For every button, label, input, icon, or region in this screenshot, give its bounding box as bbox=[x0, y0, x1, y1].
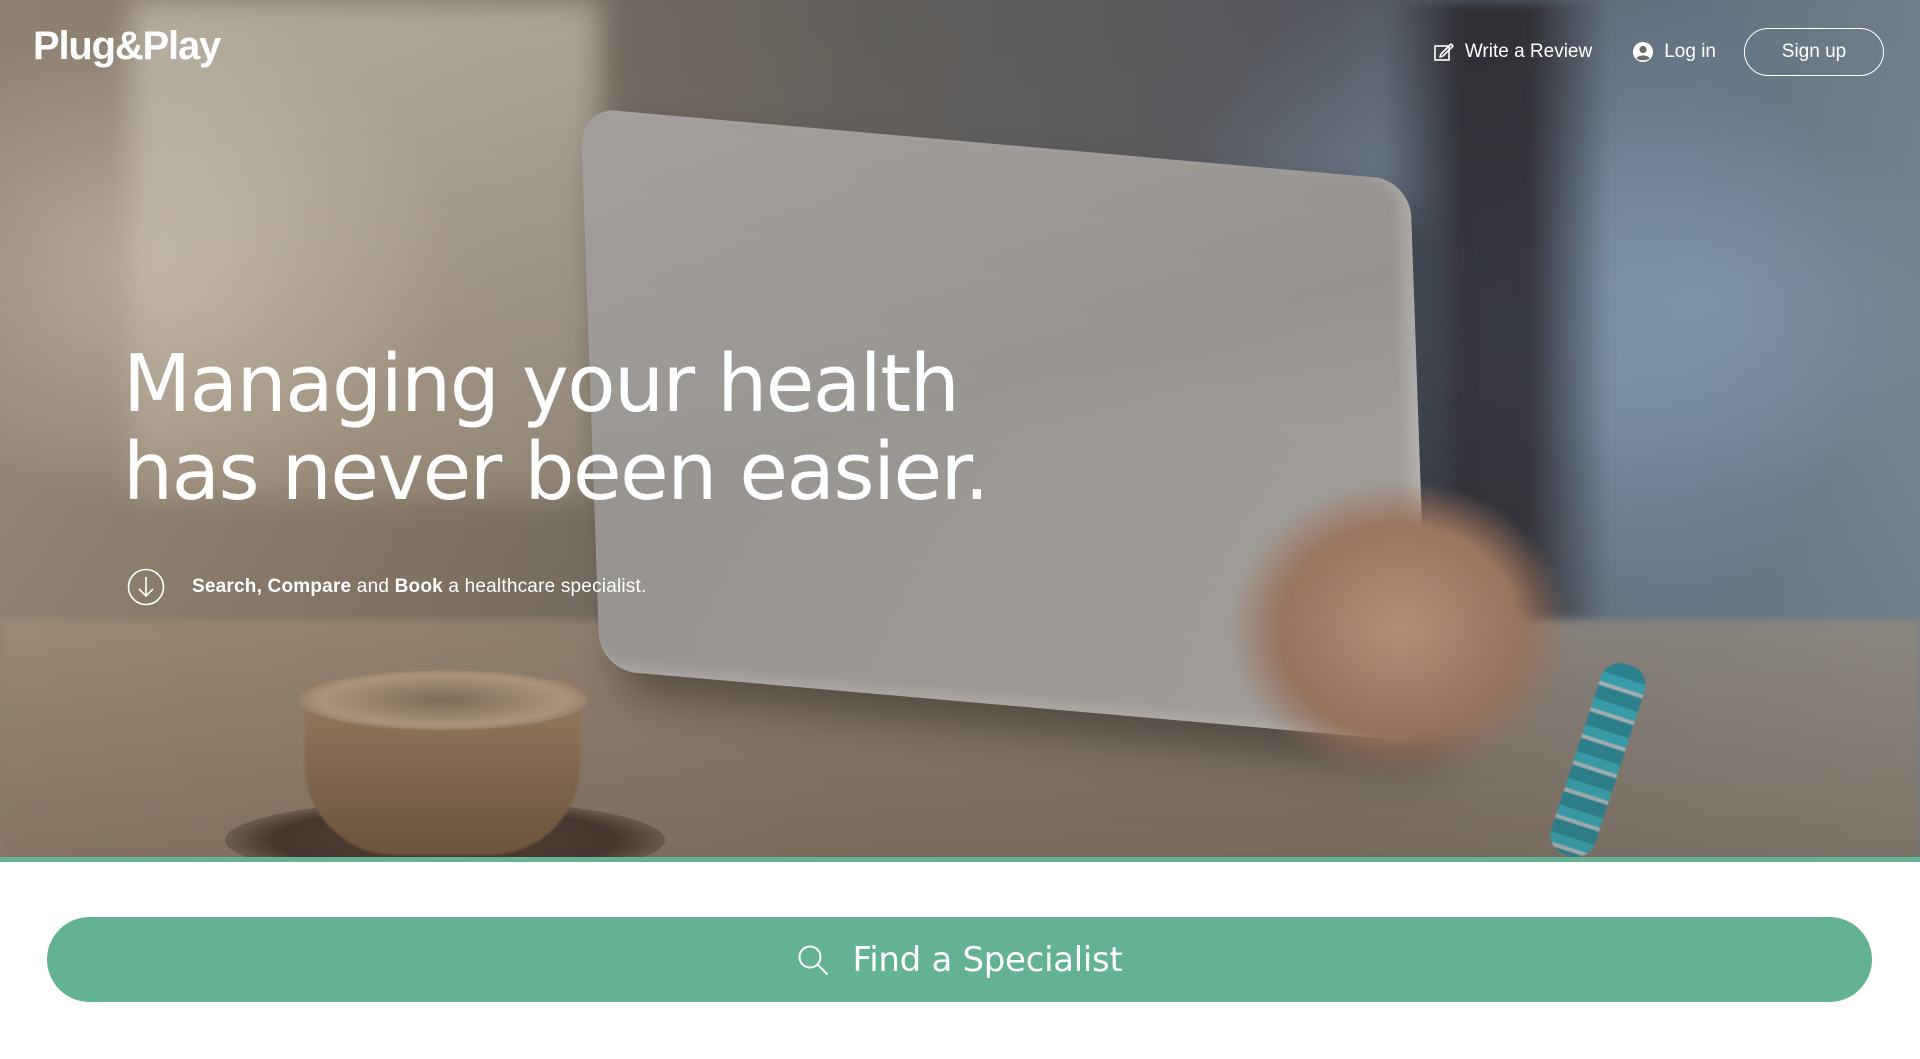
tagline-search: Search, bbox=[192, 576, 263, 597]
find-specialist-label: Find a Specialist bbox=[852, 939, 1123, 980]
hero-headline: Managing your health has never been easi… bbox=[123, 340, 1023, 516]
tagline-compare: Compare bbox=[267, 576, 352, 597]
edit-icon bbox=[1433, 41, 1455, 63]
login-label: Log in bbox=[1664, 41, 1716, 62]
brand-logo[interactable]: Plug&Play bbox=[33, 24, 221, 69]
hero-tagline: Search, Compare and Book a healthcare sp… bbox=[127, 568, 646, 606]
write-review-link[interactable]: Write a Review bbox=[1433, 41, 1592, 63]
headline-line-1: Managing your health bbox=[123, 338, 960, 430]
tagline-rest: a healthcare specialist. bbox=[448, 576, 647, 597]
tagline-and: and bbox=[356, 576, 390, 597]
arrow-down-circle-icon[interactable] bbox=[127, 568, 165, 606]
accent-stripe bbox=[0, 857, 1920, 862]
signup-button[interactable]: Sign up bbox=[1744, 28, 1884, 76]
top-nav: Write a Review Log in Sign up bbox=[1433, 28, 1884, 76]
tagline-text: Search, Compare and Book a healthcare sp… bbox=[192, 576, 646, 598]
find-specialist-button[interactable]: Find a Specialist bbox=[47, 917, 1872, 1002]
login-link[interactable]: Log in bbox=[1632, 41, 1716, 63]
search-icon bbox=[796, 943, 830, 977]
write-review-label: Write a Review bbox=[1464, 41, 1593, 62]
hero-banner: Plug&Play Write a Review Log in Sign up … bbox=[0, 0, 1920, 857]
tagline-book: Book bbox=[394, 576, 443, 597]
headline-line-2: has never been easier. bbox=[123, 426, 989, 518]
user-icon bbox=[1632, 41, 1654, 63]
